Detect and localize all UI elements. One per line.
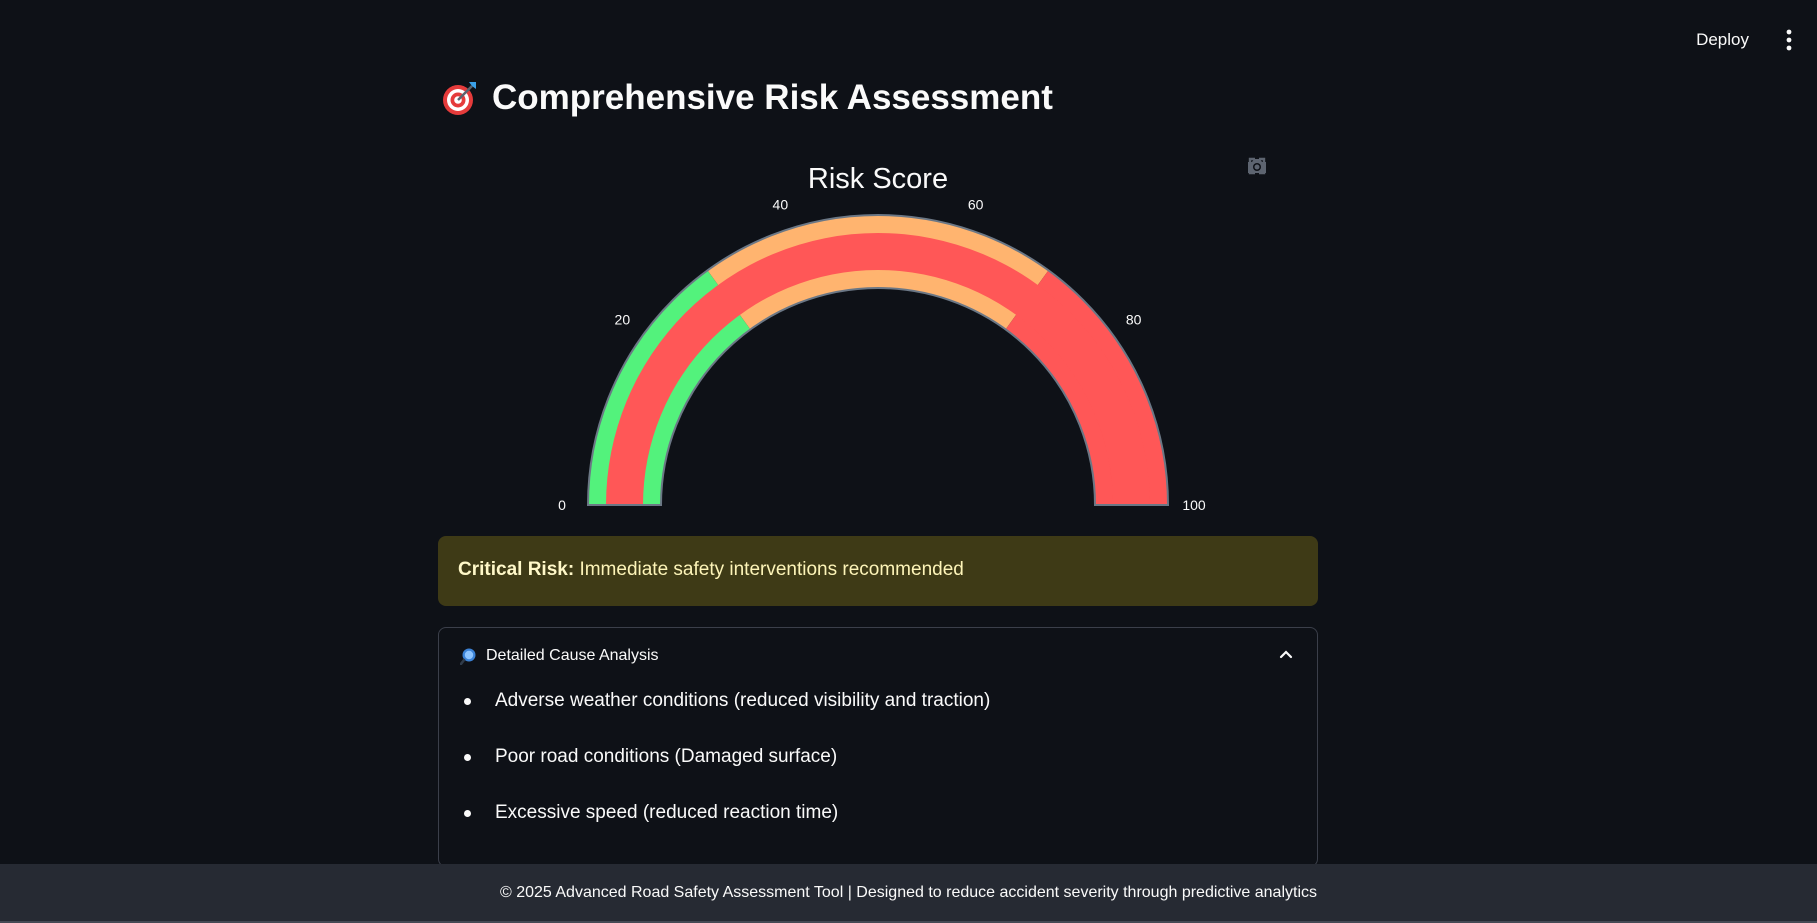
fullscreen-icon[interactable]	[1248, 155, 1306, 177]
gauge-tick-label: 20	[615, 311, 631, 327]
top-bar: Deploy	[0, 0, 1817, 70]
gauge-tick-label: 0	[558, 497, 566, 513]
cause-analysis-header[interactable]: Detailed Cause Analysis	[439, 628, 1317, 684]
kebab-menu-icon[interactable]	[1783, 28, 1795, 52]
page-title-text: Comprehensive Risk Assessment	[492, 78, 1053, 117]
chevron-up-icon[interactable]	[1279, 648, 1293, 660]
chart-modebar	[1246, 155, 1306, 177]
gauge-tick-label: 60	[968, 196, 984, 212]
alert-label: Critical Risk:	[458, 559, 575, 580]
list-item: Excessive speed (reduced reaction time)	[439, 800, 990, 856]
footer-text: © 2025 Advanced Road Safety Assessment T…	[499, 884, 1317, 901]
gauge-svg: Risk Score 0 20 40 60 80 100	[558, 163, 1206, 513]
risk-alert: Critical Risk: Immediate safety interven…	[438, 536, 1318, 606]
cause-analysis-title: Detailed Cause Analysis	[486, 647, 659, 664]
target-dart-icon	[443, 82, 476, 115]
magnifier-icon	[460, 648, 476, 665]
footer: © 2025 Advanced Road Safety Assessment T…	[0, 864, 1817, 921]
gauge-tick-label: 40	[773, 196, 789, 212]
deploy-button[interactable]: Deploy	[1688, 26, 1757, 54]
alert-message: Immediate safety interventions recommend…	[579, 559, 964, 580]
page-title: Comprehensive Risk Assessment	[442, 78, 1053, 118]
cause-list: Adverse weather conditions (reduced visi…	[439, 688, 990, 856]
list-item: Adverse weather conditions (reduced visi…	[439, 688, 990, 744]
gauge-tick-label: 100	[1182, 497, 1206, 513]
risk-gauge-chart: Risk Score 0 20 40 60 80 100	[438, 145, 1318, 525]
gauge-title: Risk Score	[808, 163, 948, 195]
cause-analysis-expander: Detailed Cause Analysis Adverse weather …	[438, 627, 1318, 867]
gauge-tick-label: 80	[1126, 311, 1142, 327]
list-item: Poor road conditions (Damaged surface)	[439, 744, 990, 800]
